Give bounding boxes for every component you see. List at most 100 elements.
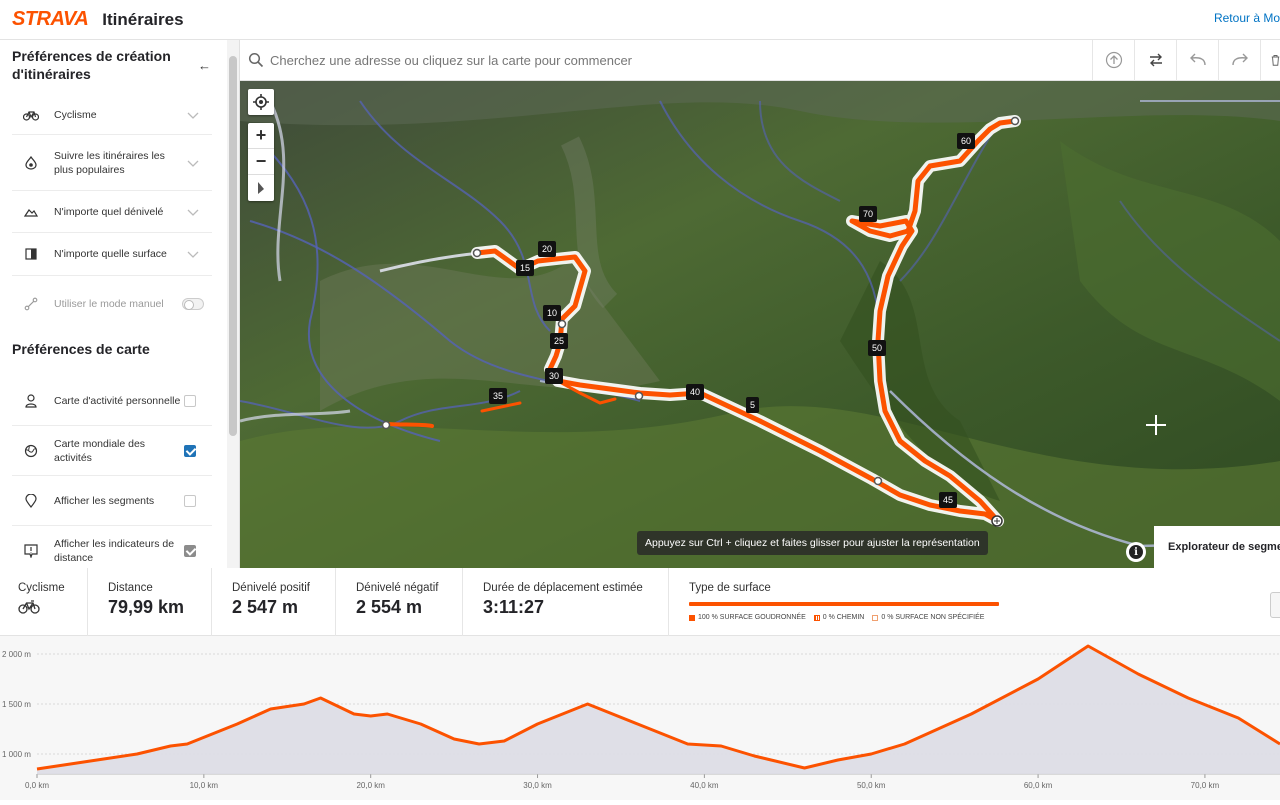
segment-explorer-button[interactable]: Explorateur de segments [1154, 526, 1280, 568]
zoom-out-button[interactable]: − [248, 149, 274, 175]
km-marker: 40 [686, 384, 705, 400]
elevation-profile[interactable]: 1 000 m 1 500 m 2 000 m 0,0 km 10,0 km 20,0 k… [0, 636, 1280, 800]
heatmap-icon [20, 152, 42, 174]
compass-icon [258, 182, 264, 194]
trash-icon [1271, 55, 1280, 66]
pref-sport[interactable]: Cyclisme [12, 95, 212, 135]
map-hint-tooltip: Appuyez sur Ctrl + cliquez et faites gli… [637, 531, 988, 555]
segments-checkbox[interactable] [184, 494, 196, 507]
x-tick-label: 60,0 km [1024, 781, 1053, 790]
manual-route-icon [20, 293, 42, 315]
redo-button[interactable] [1218, 39, 1260, 81]
locate-button[interactable] [248, 89, 274, 115]
zoom-in-button[interactable]: + [248, 123, 274, 149]
km-marker: 10 [543, 305, 562, 321]
km-marker: 20 [538, 241, 557, 257]
strava-logo[interactable]: STRAVA [12, 8, 89, 31]
chevron-down-icon [187, 160, 199, 167]
km-marker: 70 [859, 206, 878, 222]
undo-icon [1189, 53, 1206, 66]
route-preferences-title: Préférences de création d'itinéraires ← [12, 48, 211, 82]
undo-button[interactable] [1176, 39, 1218, 81]
x-tick-label: 50,0 km [857, 781, 886, 790]
surface-legend: 100 % SURFACE GOUDRONNÉE 0 % CHEMIN 0 % … [689, 614, 1089, 621]
x-tick-label: 70,0 km [1191, 781, 1220, 790]
global-heatmap-checkbox[interactable] [184, 444, 196, 457]
distance-markers-checkbox[interactable] [184, 544, 196, 557]
pref-segments[interactable]: Afficher les segments [12, 476, 212, 526]
surface-bar [689, 602, 999, 606]
x-tick-label: 30,0 km [523, 781, 552, 790]
bike-icon [20, 104, 42, 126]
satellite-map[interactable]: + − 60 70 20 15 10 25 50 30 40 5 35 45 A… [240, 81, 1280, 568]
pref-surface[interactable]: N'importe quelle surface [12, 233, 212, 276]
crosshair-icon [253, 94, 269, 110]
distance-marker-icon [20, 540, 42, 562]
stat-distance: Distance 79,99 km [88, 568, 212, 636]
preferences-sidebar: Préférences de création d'itinéraires ← … [0, 40, 240, 568]
person-icon [20, 390, 42, 412]
pref-popularity[interactable]: Suivre les itinéraires les plus populair… [12, 135, 212, 191]
delete-route-button[interactable] [1260, 39, 1280, 81]
pref-global-heatmap[interactable]: Carte mondiale des activités [12, 426, 212, 476]
sidebar-scrollbar-thumb[interactable] [229, 56, 237, 436]
back-link[interactable]: Retour à Mo [1214, 11, 1280, 25]
search-icon [248, 52, 264, 68]
x-tick-label: 10,0 km [190, 781, 219, 790]
map-terrain [240, 81, 1280, 568]
info-icon: i [1129, 545, 1143, 559]
zoom-controls: + − [248, 123, 274, 201]
km-marker: 25 [550, 333, 569, 349]
elevation-gain-value: 2 547 m [232, 597, 299, 617]
legend-path: 0 % CHEMIN [813, 614, 864, 621]
x-tick-label: 0,0 km [25, 781, 49, 790]
map-preferences-title: Préférences de carte [12, 341, 150, 357]
distance-value: 79,99 km [108, 597, 185, 617]
km-marker: 50 [868, 340, 887, 356]
distance-label: Distance [108, 582, 153, 594]
chevron-down-icon [187, 209, 199, 216]
pref-personal-heatmap[interactable]: Carte d'activité personnelle [12, 376, 212, 426]
surface-label: Type de surface [689, 582, 771, 594]
map-info-button[interactable]: i [1126, 542, 1146, 562]
pref-manual-mode[interactable]: Utiliser le mode manuel [12, 276, 212, 332]
elevation-area [37, 646, 1280, 774]
map-cursor-crosshair [1146, 415, 1166, 435]
x-tick-label: 20,0 km [356, 781, 385, 790]
km-marker: 60 [957, 133, 976, 149]
route-stats-bar: Cyclisme Distance 79,99 km Dénivelé posi… [0, 568, 1280, 636]
stat-duration: Durée de déplacement estimée 3:11:27 [463, 568, 669, 636]
chevron-down-icon [187, 251, 199, 258]
segment-pin-icon [20, 490, 42, 512]
stat-elevation-loss: Dénivelé négatif 2 554 m [336, 568, 463, 636]
page-title: Itinéraires [102, 9, 184, 29]
km-marker: 45 [939, 492, 958, 508]
sport-label: Cyclisme [18, 582, 65, 594]
redo-icon [1231, 53, 1248, 66]
reverse-route-button[interactable] [1134, 39, 1176, 81]
globe-icon [20, 440, 42, 462]
elevation-loss-label: Dénivelé négatif [356, 582, 439, 594]
km-marker: 30 [545, 368, 564, 384]
collapse-sidebar-icon[interactable]: ← [198, 57, 211, 75]
stats-side-button[interactable] [1270, 592, 1280, 618]
elevation-icon [20, 201, 42, 223]
personal-heatmap-checkbox[interactable] [184, 394, 196, 407]
legend-paved: 100 % SURFACE GOUDRONNÉE [689, 614, 806, 621]
elevation-chart: 1 000 m 1 500 m 2 000 m 0,0 km 10,0 km 20,0 k… [2, 644, 1280, 790]
x-tick-label: 40,0 km [690, 781, 719, 790]
pref-elevation[interactable]: N'importe quel dénivelé [12, 191, 212, 233]
duration-value: 3:11:27 [483, 597, 545, 617]
y-tick-label: 1 500 m [2, 700, 31, 709]
search-input[interactable]: Cherchez une adresse ou cliquez sur la c… [270, 53, 1092, 68]
upload-button[interactable] [1092, 39, 1134, 81]
pref-distance-markers[interactable]: Afficher les indicateurs de distance [12, 526, 212, 568]
duration-label: Durée de déplacement estimée [483, 582, 643, 594]
compass-button[interactable] [248, 175, 274, 201]
km-marker: 5 [746, 397, 760, 413]
y-tick-label: 1 000 m [2, 750, 31, 759]
sidebar-scrollbar[interactable] [227, 40, 239, 568]
manual-mode-toggle[interactable] [182, 298, 204, 310]
stat-surface-type: Type de surface 100 % SURFACE GOUDRONNÉE… [669, 568, 1089, 635]
chevron-down-icon [187, 112, 199, 119]
